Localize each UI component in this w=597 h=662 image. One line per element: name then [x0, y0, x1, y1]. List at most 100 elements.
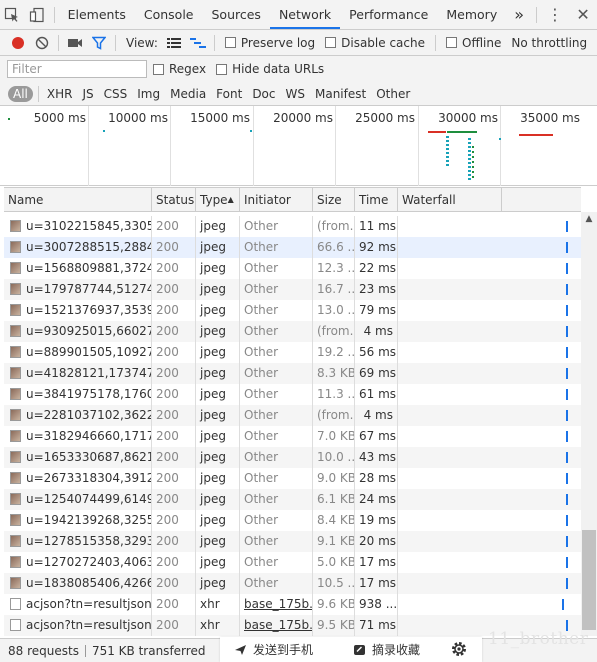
tab-memory[interactable]: Memory [437, 0, 506, 29]
type-filter-other[interactable]: Other [373, 86, 413, 102]
device-toolbar-icon[interactable] [25, 0, 50, 29]
preserve-log-checkbox[interactable]: Preserve log [224, 36, 315, 50]
tab-console[interactable]: Console [135, 0, 203, 29]
request-name[interactable]: u=1653330687,8621... [26, 450, 151, 464]
cell-status: 200 [151, 594, 195, 615]
initiator-link[interactable]: base_175b... [244, 618, 312, 632]
column-header-initiator[interactable]: Initiator [239, 188, 312, 212]
inspect-element-icon[interactable] [0, 0, 25, 29]
large-request-rows-icon[interactable] [162, 31, 186, 55]
initiator-link[interactable]: base_175b... [244, 597, 312, 611]
network-overview[interactable]: 5000 ms 10000 ms 15000 ms 20000 ms 25000… [0, 106, 597, 186]
type-filter-js[interactable]: JS [79, 86, 96, 102]
type-filter-all[interactable]: All [8, 85, 33, 102]
request-name[interactable]: u=3007288515,2884... [26, 240, 151, 254]
regex-checkbox[interactable]: Regex [153, 62, 206, 76]
type-filter-xhr[interactable]: XHR [44, 86, 76, 102]
request-name[interactable]: u=3841975178,1760... [26, 387, 151, 401]
request-name[interactable]: u=1278515358,3293... [26, 534, 151, 548]
scroll-up-arrow-icon[interactable]: ▲ [581, 214, 597, 224]
checkbox-box[interactable] [216, 63, 228, 75]
request-name[interactable]: u=3182946660,1717... [26, 429, 151, 443]
clear-icon[interactable] [30, 31, 54, 55]
request-row[interactable]: u=3007288515,2884...200jpegOther66.6 ...… [4, 237, 581, 258]
tab-network[interactable]: Network [269, 0, 341, 29]
checkbox-box[interactable] [153, 63, 164, 75]
type-filter-img[interactable]: Img [134, 86, 163, 102]
request-name[interactable]: u=1270272403,4063... [26, 555, 151, 569]
request-row[interactable]: u=1521376937,3539...200jpegOther13.0 ...… [4, 300, 581, 321]
request-row[interactable]: u=3182946660,1717...200jpegOther7.0 KB67… [4, 426, 581, 447]
filter-input[interactable] [7, 60, 147, 78]
settings-gear-icon[interactable] [450, 640, 468, 658]
disable-cache-checkbox[interactable]: Disable cache [325, 36, 425, 50]
request-row[interactable]: u=1838085406,4266...200jpegOther10.5 ...… [4, 573, 581, 594]
type-filter-doc[interactable]: Doc [249, 86, 278, 102]
image-thumbnail-icon [10, 493, 21, 505]
waterfall-bar [566, 431, 568, 442]
request-name[interactable]: u=1521376937,3539... [26, 303, 151, 317]
type-filter-manifest[interactable]: Manifest [312, 86, 369, 102]
type-filter-font[interactable]: Font [213, 86, 245, 102]
request-row[interactable]: u=1270272403,4063...200jpegOther5.0 KB17… [4, 552, 581, 573]
request-name[interactable]: u=1838085406,4266... [26, 576, 151, 590]
type-filter-css[interactable]: CSS [101, 86, 131, 102]
request-row[interactable]: u=889901505,10927...200jpegOther19.2 ...… [4, 342, 581, 363]
cell-initiator: Other [239, 573, 312, 594]
column-header-size[interactable]: Size [312, 188, 354, 212]
offline-checkbox[interactable]: Offline [446, 36, 501, 50]
request-row[interactable]: u=2281037102,3622...200jpegOther(from...… [4, 405, 581, 426]
tab-sources[interactable]: Sources [203, 0, 270, 29]
request-row[interactable]: u=1653330687,8621...200jpegOther10.0 ...… [4, 447, 581, 468]
type-filter-ws[interactable]: WS [283, 86, 308, 102]
request-row[interactable]: u=1568809881,3724...200jpegOther12.3 ...… [4, 258, 581, 279]
request-name[interactable]: u=1568809881,3724... [26, 261, 151, 275]
tab-elements[interactable]: Elements [59, 0, 135, 29]
type-filter-media[interactable]: Media [167, 86, 209, 102]
checkbox-box[interactable] [224, 37, 236, 48]
request-name[interactable]: u=3102215845,3305... [26, 219, 151, 233]
hide-data-urls-checkbox[interactable]: Hide data URLs [216, 62, 324, 76]
request-row[interactable]: u=1278515358,3293...200jpegOther9.1 KB20… [4, 531, 581, 552]
save-excerpt-button[interactable]: 摘录收藏 [353, 641, 420, 658]
cell-status: 200 [151, 279, 195, 300]
request-row[interactable]: u=1254074499,6149...200jpegOther6.1 KB24… [4, 489, 581, 510]
tab-performance[interactable]: Performance [340, 0, 437, 29]
send-to-phone-button[interactable]: 发送到手机 [234, 641, 313, 658]
image-thumbnail-icon [10, 325, 21, 337]
column-header-name[interactable]: Name [4, 188, 151, 212]
record-icon[interactable] [6, 31, 30, 55]
waterfall-view-icon[interactable] [186, 31, 210, 55]
request-row[interactable]: u=1942139268,3255...200jpegOther8.4 KB19… [4, 510, 581, 531]
kebab-menu-icon[interactable]: ⋮ [541, 5, 569, 24]
request-row[interactable]: u=3102215845,3305...200jpegOther(from...… [4, 216, 581, 237]
request-row[interactable]: u=3841975178,1760...200jpegOther11.3 ...… [4, 384, 581, 405]
column-header-time[interactable]: Time [354, 188, 397, 212]
more-tabs-button[interactable]: » [506, 5, 532, 24]
checkbox-box[interactable] [325, 37, 337, 48]
request-name[interactable]: acjson?tn=resultjson... [26, 618, 151, 632]
request-name[interactable]: u=2673318304,3912... [26, 471, 151, 485]
request-row[interactable]: u=179787744,51274...200jpegOther16.7 ...… [4, 279, 581, 300]
video-camera-icon[interactable] [63, 31, 87, 55]
request-name[interactable]: u=2281037102,3622... [26, 408, 151, 422]
column-header-status[interactable]: Status [151, 188, 195, 212]
request-name[interactable]: acjson?tn=resultjson... [26, 597, 151, 611]
checkbox-box[interactable] [446, 37, 457, 48]
request-name[interactable]: u=41828121,173747... [26, 366, 151, 380]
request-name[interactable]: u=1254074499,6149... [26, 492, 151, 506]
request-name[interactable]: u=179787744,51274... [26, 282, 151, 296]
filter-icon[interactable] [87, 31, 111, 55]
throttling-select[interactable]: No throttling [511, 36, 587, 50]
column-header-type[interactable]: Type▲ [195, 188, 239, 212]
request-name[interactable]: u=889901505,10927... [26, 345, 151, 359]
request-name[interactable]: u=1942139268,3255... [26, 513, 151, 527]
request-row[interactable]: u=930925015,66027...200jpegOther(from...… [4, 321, 581, 342]
request-name[interactable]: u=930925015,66027... [26, 324, 151, 338]
request-row[interactable]: u=41828121,173747...200jpegOther8.3 KB69… [4, 363, 581, 384]
close-icon[interactable]: ✕ [569, 5, 597, 24]
request-row[interactable]: acjson?tn=resultjson...200xhr base_175b..… [4, 594, 581, 615]
request-row[interactable]: u=2673318304,3912...200jpegOther9.0 KB28… [4, 468, 581, 489]
column-header-waterfall[interactable]: Waterfall [397, 188, 501, 212]
scrollbar-thumb[interactable] [582, 530, 596, 630]
